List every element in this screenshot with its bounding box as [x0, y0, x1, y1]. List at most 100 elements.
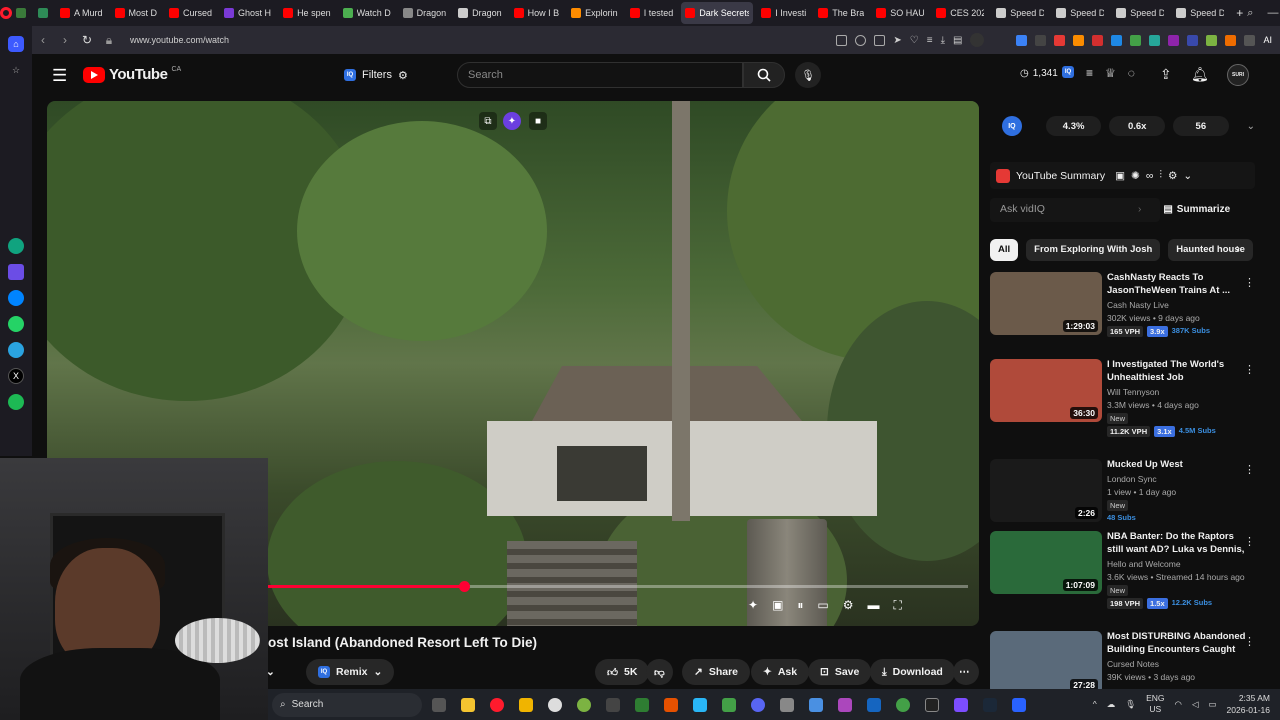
taskbar-search[interactable]: ⌕ Search	[272, 692, 422, 717]
recommended-video[interactable]: 36:30 I Investigated The World's Unhealth…	[990, 359, 1255, 437]
ask-button[interactable]: ✦ Ask	[751, 659, 810, 685]
more-options-icon[interactable]: ⋮	[1244, 535, 1255, 548]
filters-button[interactable]: IQ Filters ⚙︎	[334, 63, 418, 87]
miniplayer-icon[interactable]: ⧉	[479, 112, 497, 130]
pause-icon[interactable]: ⏸︎	[797, 598, 803, 613]
more-options-icon[interactable]: ⋮	[1244, 635, 1255, 648]
browser-tab[interactable]: Speed D	[1112, 2, 1168, 24]
ext-9-icon[interactable]	[1187, 34, 1199, 46]
more-options-icon[interactable]: ⋮	[1244, 276, 1255, 289]
youtube-logo[interactable]: YouTube CA	[83, 66, 181, 83]
progress-bar[interactable]	[268, 581, 968, 592]
browser-tab[interactable]: Speed D	[1052, 2, 1108, 24]
browser-tab[interactable]: Cursed	[165, 2, 216, 24]
video-thumbnail[interactable]: 1:29:03	[990, 272, 1102, 335]
app-green-icon[interactable]	[577, 697, 591, 712]
microphone-icon[interactable]: 🎙︎	[795, 62, 821, 88]
settings-gear-icon[interactable]: ⚙︎	[843, 598, 854, 613]
ask-vidiq-input[interactable]: Ask vidIQ	[990, 197, 1160, 222]
ext-7-icon[interactable]	[1149, 34, 1161, 46]
spotify-icon[interactable]	[8, 394, 24, 410]
browser-tab[interactable]: He spen	[279, 2, 335, 24]
ai-sparkle-icon[interactable]: ✦	[503, 112, 521, 130]
browser-tab[interactable]: Speed D	[1172, 2, 1228, 24]
battery-icon[interactable]: ▭	[1208, 699, 1216, 710]
chevron-down-icon[interactable]: ⌄	[1247, 121, 1255, 132]
chat-icon[interactable]: ◌	[1128, 66, 1135, 80]
ext-1-icon[interactable]	[1016, 34, 1028, 46]
back-icon[interactable]: ‹	[32, 33, 54, 47]
share-button[interactable]: ↗ Share	[682, 659, 750, 685]
robot-icon[interactable]: ▣	[1115, 170, 1125, 182]
app-navy-icon[interactable]	[867, 697, 881, 712]
browser-tab[interactable]: A Murd	[56, 2, 107, 24]
app-purple-icon[interactable]	[838, 697, 852, 712]
app-green3-icon[interactable]	[896, 697, 910, 712]
upload-icon[interactable]: ⇪	[1160, 66, 1172, 83]
channel-name[interactable]: Will Tennyson	[1107, 387, 1159, 397]
ext-10-icon[interactable]	[1206, 34, 1218, 46]
app-pcb-icon[interactable]	[635, 697, 649, 712]
vidiq-header-icon[interactable]: IQ	[1062, 66, 1074, 78]
list-icon[interactable]: ≡	[1086, 66, 1093, 80]
browser-tab[interactable]: SO HAU	[872, 2, 928, 24]
browser-tab[interactable]: Ghost H	[220, 2, 275, 24]
video-title[interactable]: NBA Banter: Do the Raptors still want AD…	[1107, 531, 1247, 556]
app-vpn-icon[interactable]	[1012, 697, 1026, 712]
video-title[interactable]: I Investigated The World's Unhealthiest …	[1107, 359, 1247, 384]
cs-icon[interactable]	[8, 264, 24, 280]
theater-mode-icon[interactable]: ▬	[868, 598, 880, 613]
browser-tab[interactable]: Explorin	[567, 2, 622, 24]
chevron-right-icon[interactable]: ›	[1236, 241, 1240, 255]
rss-icon[interactable]	[1073, 34, 1085, 46]
video-thumbnail[interactable]: 27:28	[990, 631, 1102, 694]
vidiq-logo-icon[interactable]: IQ	[1002, 116, 1022, 136]
expand-chevron-icon[interactable]: ⌄	[258, 659, 292, 685]
progress-scrubber[interactable]	[459, 581, 470, 592]
sparkle-icon[interactable]: ✦	[748, 598, 758, 613]
browser-tab[interactable]: The Bra	[814, 2, 868, 24]
url-field[interactable]: www.youtube.com/watch	[130, 35, 229, 45]
recommended-video[interactable]: 27:28 Most DISTURBING Abandoned Building …	[990, 631, 1255, 697]
remix-button[interactable]: IQ Remix ⌄	[306, 659, 395, 685]
mic-tray-icon[interactable]: 🎙︎	[1125, 699, 1136, 710]
wifi-icon[interactable]: ◠	[1175, 699, 1182, 710]
search-button[interactable]	[743, 62, 785, 88]
cloud-icon[interactable]: ☁︎	[1107, 699, 1116, 710]
channel-name[interactable]: Cash Nasty Live	[1107, 300, 1169, 310]
more-actions-icon[interactable]: ⋯	[953, 659, 979, 685]
discord-icon[interactable]	[751, 697, 765, 712]
chevron-down-icon[interactable]: ⌄	[1183, 170, 1192, 182]
menu-icon[interactable]: ≡	[927, 35, 933, 46]
settings-icon[interactable]: ⚙︎	[1168, 170, 1177, 182]
download-icon[interactable]: ⤓	[941, 35, 945, 46]
new-tab-button[interactable]: +	[1232, 2, 1247, 24]
capcut-icon[interactable]	[925, 697, 939, 712]
tray-chevron-icon[interactable]: ^	[1093, 699, 1097, 709]
audio-icon[interactable]: ⫶	[1159, 169, 1162, 182]
recommended-video[interactable]: 1:07:09 NBA Banter: Do the Raptors still …	[990, 531, 1255, 609]
trophy-icon[interactable]: ♕	[1105, 66, 1116, 80]
clock[interactable]: 2:35 AM 2026-01-16	[1227, 692, 1270, 716]
fullscreen-icon[interactable]: ⛶	[894, 598, 902, 613]
app-diamond-icon[interactable]	[809, 697, 823, 712]
opera-logo-icon[interactable]	[0, 0, 12, 26]
video-title[interactable]: Mucked Up West	[1107, 459, 1247, 472]
browser-tab[interactable]: CES 202	[932, 2, 988, 24]
app-play-icon[interactable]	[954, 697, 968, 712]
chip-from-exploring[interactable]: From Exploring With Josh	[1026, 239, 1161, 261]
browser-tab[interactable]: How I B	[510, 2, 564, 24]
chrome-icon[interactable]	[548, 697, 562, 712]
home-icon[interactable]: ⌂	[8, 36, 24, 52]
avatar[interactable]: SURI	[1227, 64, 1249, 86]
dislike-button[interactable]: 👎︎	[646, 659, 673, 685]
bolt-app-icon[interactable]	[519, 697, 533, 712]
like-button[interactable]: 👍︎ 5K	[595, 659, 650, 685]
browser-tab[interactable]	[34, 2, 52, 24]
browser-tab[interactable]: I tested	[626, 2, 678, 24]
app-x-icon[interactable]	[780, 697, 794, 712]
star-icon[interactable]: ☆	[8, 62, 24, 78]
video-thumbnail[interactable]: 1:07:09	[990, 531, 1102, 594]
video-title[interactable]: Most DISTURBING Abandoned Building Encou…	[1107, 631, 1247, 656]
video-thumbnail[interactable]: 2:26	[990, 459, 1102, 522]
